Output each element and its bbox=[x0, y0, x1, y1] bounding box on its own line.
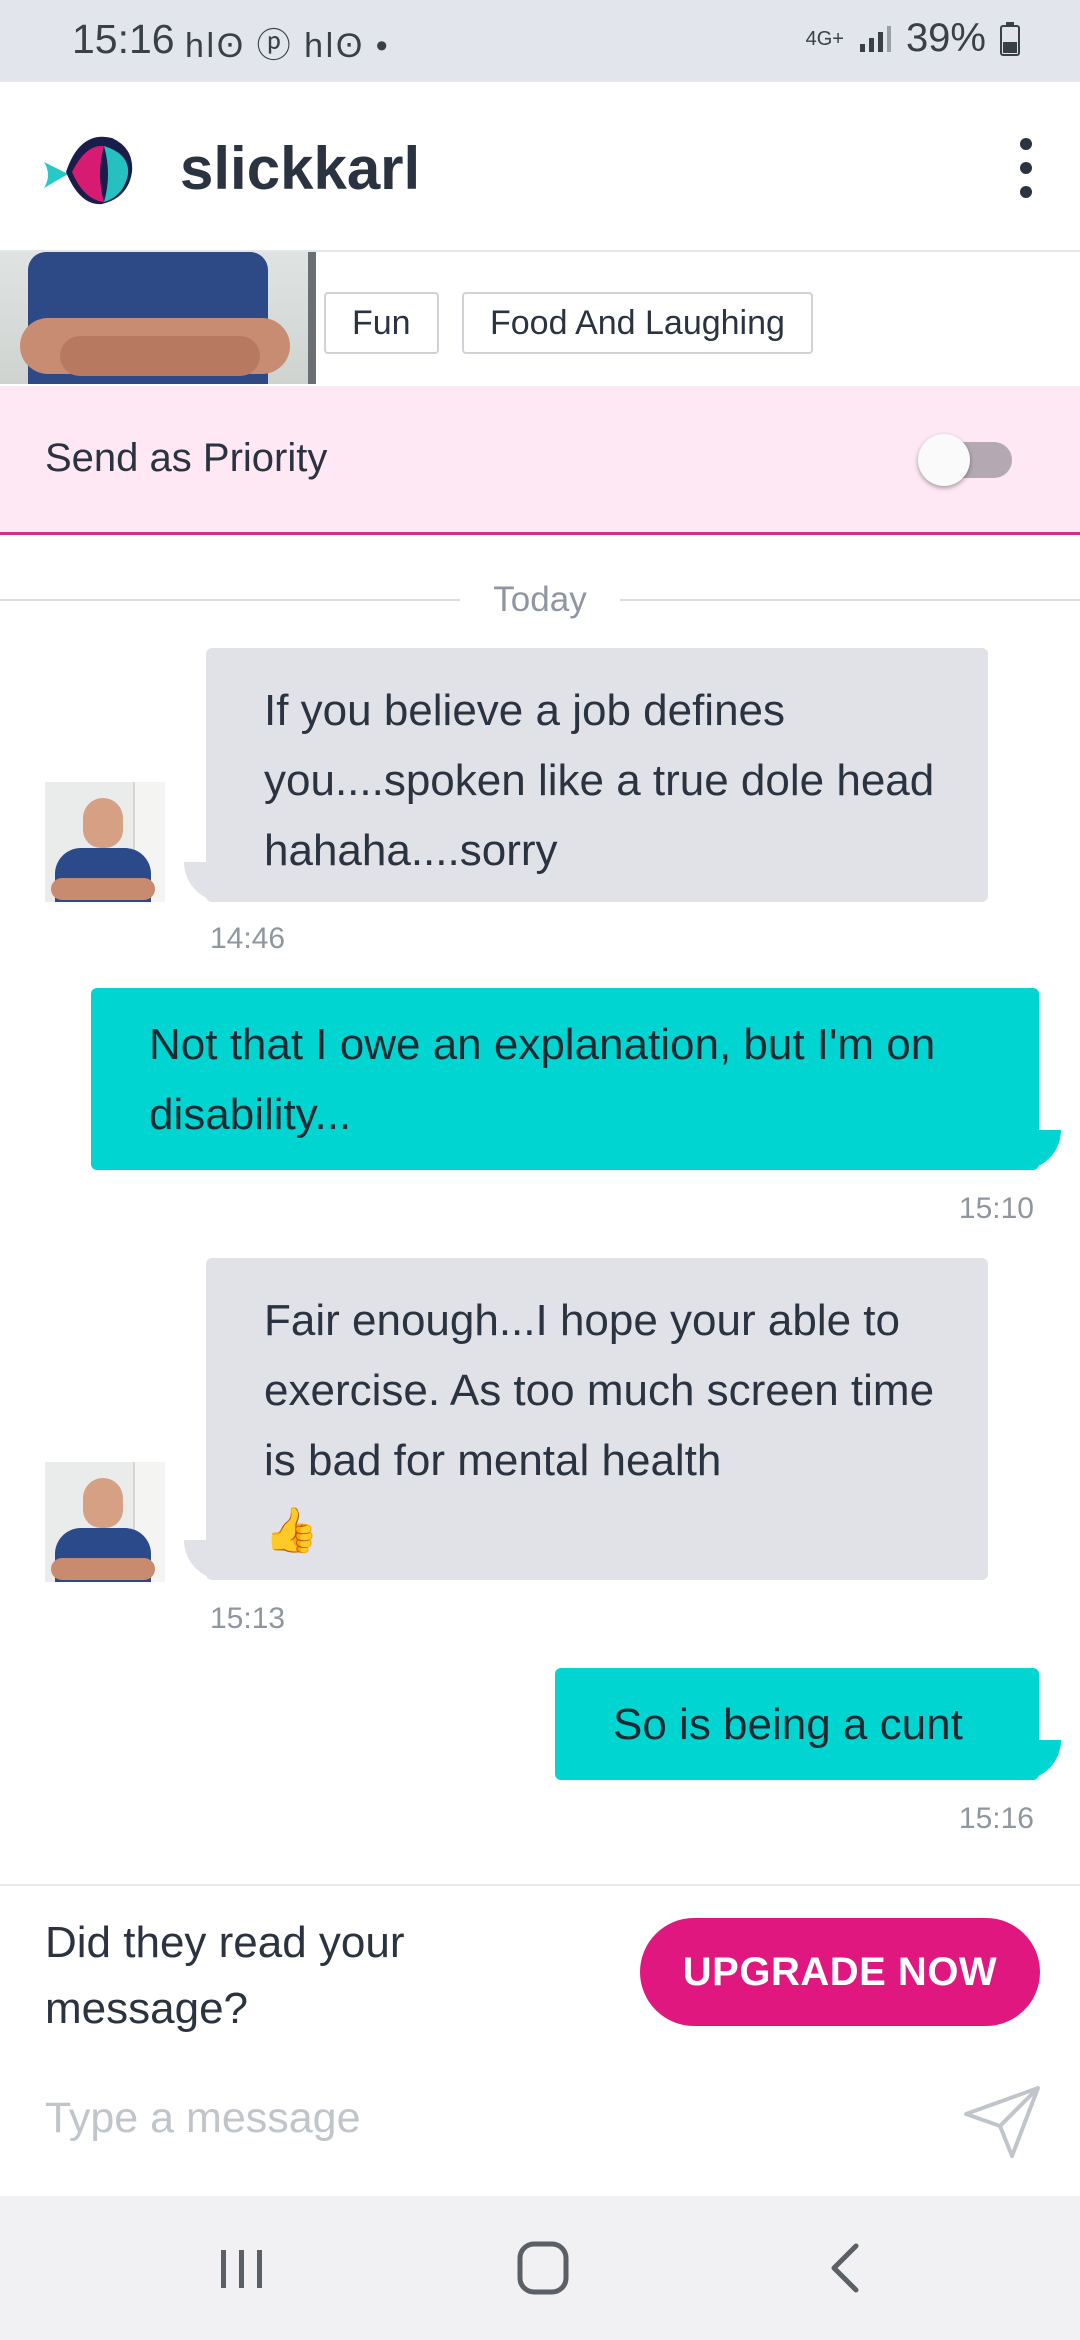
thumbs-up-emoji: 👍 bbox=[264, 1505, 319, 1556]
priority-label: Send as Priority bbox=[45, 436, 328, 480]
notification-icons: hǀʘ ⓟ hǀʘ • bbox=[185, 27, 390, 65]
home-icon[interactable] bbox=[508, 2236, 578, 2300]
message-time: 14:46 bbox=[210, 922, 286, 955]
recent-apps-icon[interactable] bbox=[207, 2236, 277, 2300]
send-icon[interactable] bbox=[962, 2084, 1044, 2160]
network-type-icon: 4G+ bbox=[805, 27, 844, 50]
message-time: 15:13 bbox=[210, 1602, 286, 1635]
priority-toggle[interactable] bbox=[918, 434, 1012, 486]
message-bubble-outgoing[interactable]: So is being a cunt bbox=[555, 1668, 1061, 1780]
fish-logo-icon bbox=[44, 136, 133, 205]
message-text: Not that I owe an explanation, but I'm o… bbox=[149, 1020, 936, 1139]
profile-strip: Fun Food And Laughing bbox=[0, 252, 1080, 384]
status-right: 4G+ 39% bbox=[806, 16, 1020, 61]
system-nav-bar bbox=[0, 2196, 1080, 2340]
date-divider: Today bbox=[0, 580, 1080, 620]
status-bar: 15:16 hǀʘ ⓟ hǀʘ • 4G+ 39% bbox=[0, 0, 1080, 82]
message-bubble-incoming[interactable]: Fair enough...I hope your able to exerci… bbox=[184, 1258, 988, 1580]
app-bar: slickkarl bbox=[0, 82, 1080, 252]
back-icon[interactable] bbox=[812, 2236, 882, 2300]
message-text: Fair enough...I hope your able to exerci… bbox=[264, 1296, 935, 1485]
interest-tag-fun: Fun bbox=[324, 292, 439, 354]
interest-tag-food: Food And Laughing bbox=[462, 292, 813, 354]
message-text: So is being a cunt bbox=[613, 1700, 963, 1749]
more-vert-icon[interactable] bbox=[1006, 138, 1046, 198]
signal-icon bbox=[859, 25, 891, 52]
date-label: Today bbox=[461, 580, 619, 619]
priority-row: Send as Priority bbox=[0, 386, 1080, 535]
profile-photo[interactable] bbox=[0, 252, 316, 384]
message-input[interactable]: Type a message bbox=[45, 2094, 361, 2143]
status-time: 15:16 bbox=[72, 16, 175, 62]
message-text: If you believe a job defines you....spok… bbox=[264, 686, 935, 875]
chat-partner-name[interactable]: slickkarl bbox=[180, 134, 420, 203]
upgrade-now-button[interactable]: UPGRADE NOW bbox=[640, 1918, 1040, 2026]
message-bubble-outgoing[interactable]: Not that I owe an explanation, but I'm o… bbox=[91, 988, 1061, 1170]
message-time: 15:10 bbox=[958, 1192, 1034, 1225]
battery-percent: 39% bbox=[905, 16, 986, 60]
battery-icon bbox=[1000, 21, 1020, 56]
sender-avatar[interactable] bbox=[45, 782, 165, 902]
upgrade-banner: Did they read your message? UPGRADE NOW bbox=[0, 1884, 1080, 2048]
read-receipt-question: Did they read your message? bbox=[45, 1918, 405, 2033]
message-time: 15:16 bbox=[958, 1802, 1034, 1835]
message-composer: Type a message bbox=[0, 2046, 1080, 2194]
sender-avatar[interactable] bbox=[45, 1462, 165, 1582]
message-bubble-incoming[interactable]: If you believe a job defines you....spok… bbox=[184, 648, 988, 902]
